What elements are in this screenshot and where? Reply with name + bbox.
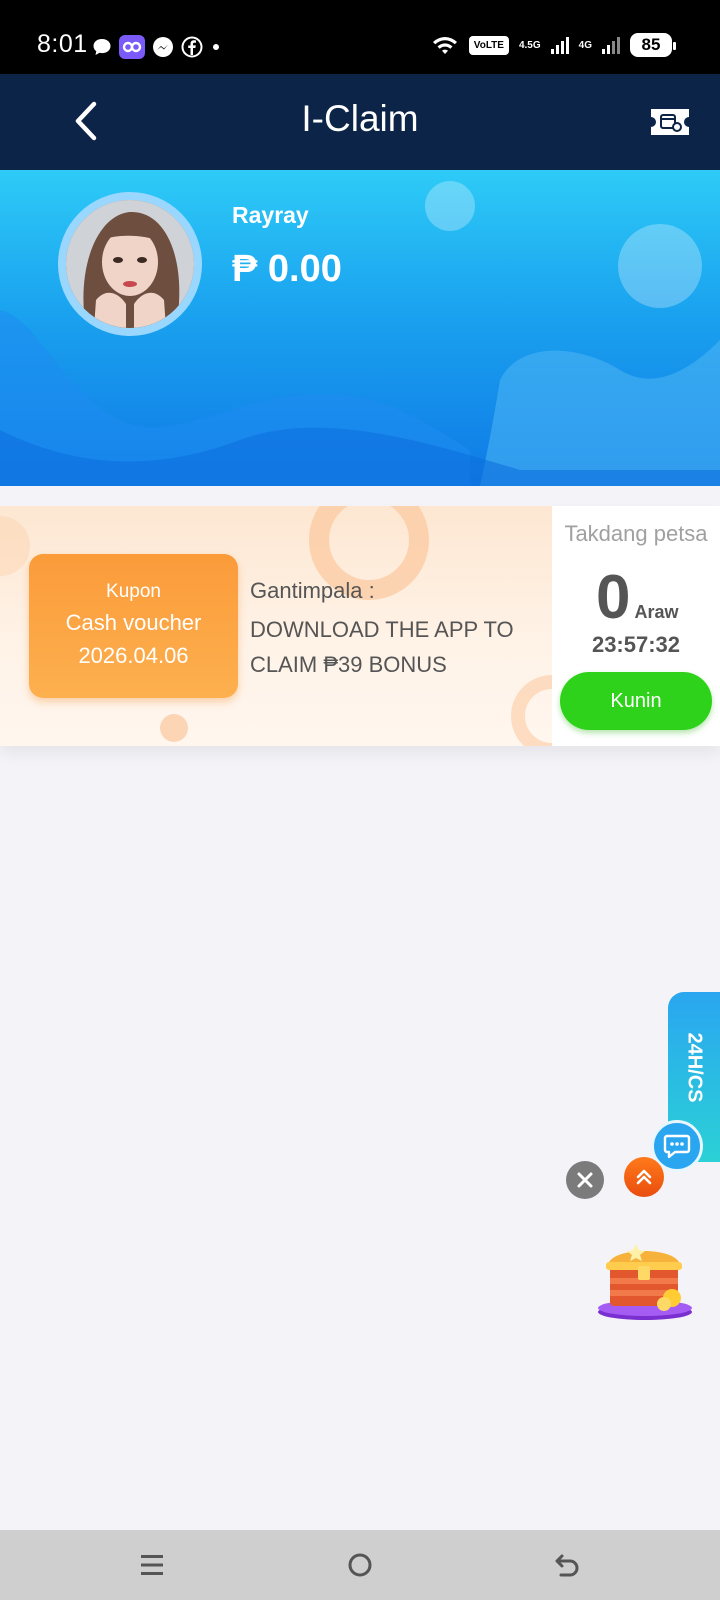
expiry-label: Takdang petsa — [564, 521, 708, 546]
ticket-icon[interactable] — [648, 106, 692, 138]
coupon-expiry: Takdang petsa 0 Araw 23:57:32 Kunin — [552, 506, 720, 746]
coupon-tag: Kupon Cash voucher 2026.04.06 — [29, 554, 238, 698]
signal-icon-2 — [602, 37, 620, 54]
chat-bubble-icon — [93, 39, 111, 55]
profile-banner: Rayray ₱ 0.00 — [0, 170, 720, 486]
coupon-details: Kupon Cash voucher 2026.04.06 Gantimpala… — [0, 506, 552, 746]
more-notifications-dot — [213, 44, 219, 50]
network-type-2: 4G — [578, 39, 592, 51]
battery-indicator: 85 — [630, 33, 676, 57]
menu-lines-icon — [141, 1555, 163, 1575]
chat-icon — [663, 1134, 691, 1159]
customer-service-label: 24H/CS — [683, 1031, 706, 1103]
avatar-ring[interactable] — [58, 192, 202, 336]
home-button[interactable] — [340, 1548, 380, 1582]
avatar-portrait — [66, 200, 194, 328]
days-remaining: 0 Araw — [596, 562, 679, 633]
app-badge-icon — [119, 35, 145, 59]
status-bar: 8:01 VoLTE 4.5G 4G 85 — [0, 0, 720, 74]
back-arrow-icon — [555, 1554, 579, 1577]
days-count: 0 — [596, 563, 631, 632]
close-icon — [577, 1172, 593, 1188]
coupon-name: Cash voucher — [65, 610, 202, 635]
coupon-card: Kupon Cash voucher 2026.04.06 Gantimpala… — [0, 506, 720, 746]
system-icons: VoLTE 4.5G 4G 85 — [431, 33, 676, 57]
home-circle-icon — [348, 1553, 372, 1577]
facebook-icon — [181, 36, 203, 58]
treasure-chest-icon[interactable] — [596, 1236, 694, 1322]
network-type-1: 4.5G — [518, 39, 541, 51]
close-float-button[interactable] — [566, 1161, 604, 1199]
signal-icon-1 — [550, 37, 569, 54]
reward-label: Gantimpala : — [250, 578, 375, 603]
back-nav-button[interactable] — [548, 1548, 588, 1582]
reward-description: DOWNLOAD THE APP TO CLAIM ₱39 BONUS — [250, 617, 514, 677]
page-title: I-Claim — [301, 98, 419, 139]
balance-amount: ₱ 0.00 — [232, 248, 342, 290]
claim-button[interactable]: Kunin — [560, 672, 712, 730]
status-time: 8:01 — [37, 30, 88, 58]
coupon-type: Kupon — [106, 581, 161, 602]
days-unit: Araw — [634, 602, 679, 622]
notification-icons — [92, 35, 219, 59]
username: Rayray — [232, 202, 309, 228]
wifi-icon — [432, 37, 457, 54]
countdown-timer: 23:57:32 — [591, 632, 681, 657]
system-nav-bar — [0, 1530, 720, 1600]
scroll-top-button[interactable] — [624, 1157, 664, 1197]
avatar — [66, 200, 194, 328]
coupon-date: 2026.04.06 — [78, 643, 189, 668]
double-chevron-up-icon — [636, 1169, 652, 1185]
app-header: I-Claim — [0, 74, 720, 170]
recent-apps-button[interactable] — [132, 1548, 172, 1582]
messenger-icon — [153, 37, 173, 57]
volte-badge: VoLTE — [468, 35, 509, 55]
